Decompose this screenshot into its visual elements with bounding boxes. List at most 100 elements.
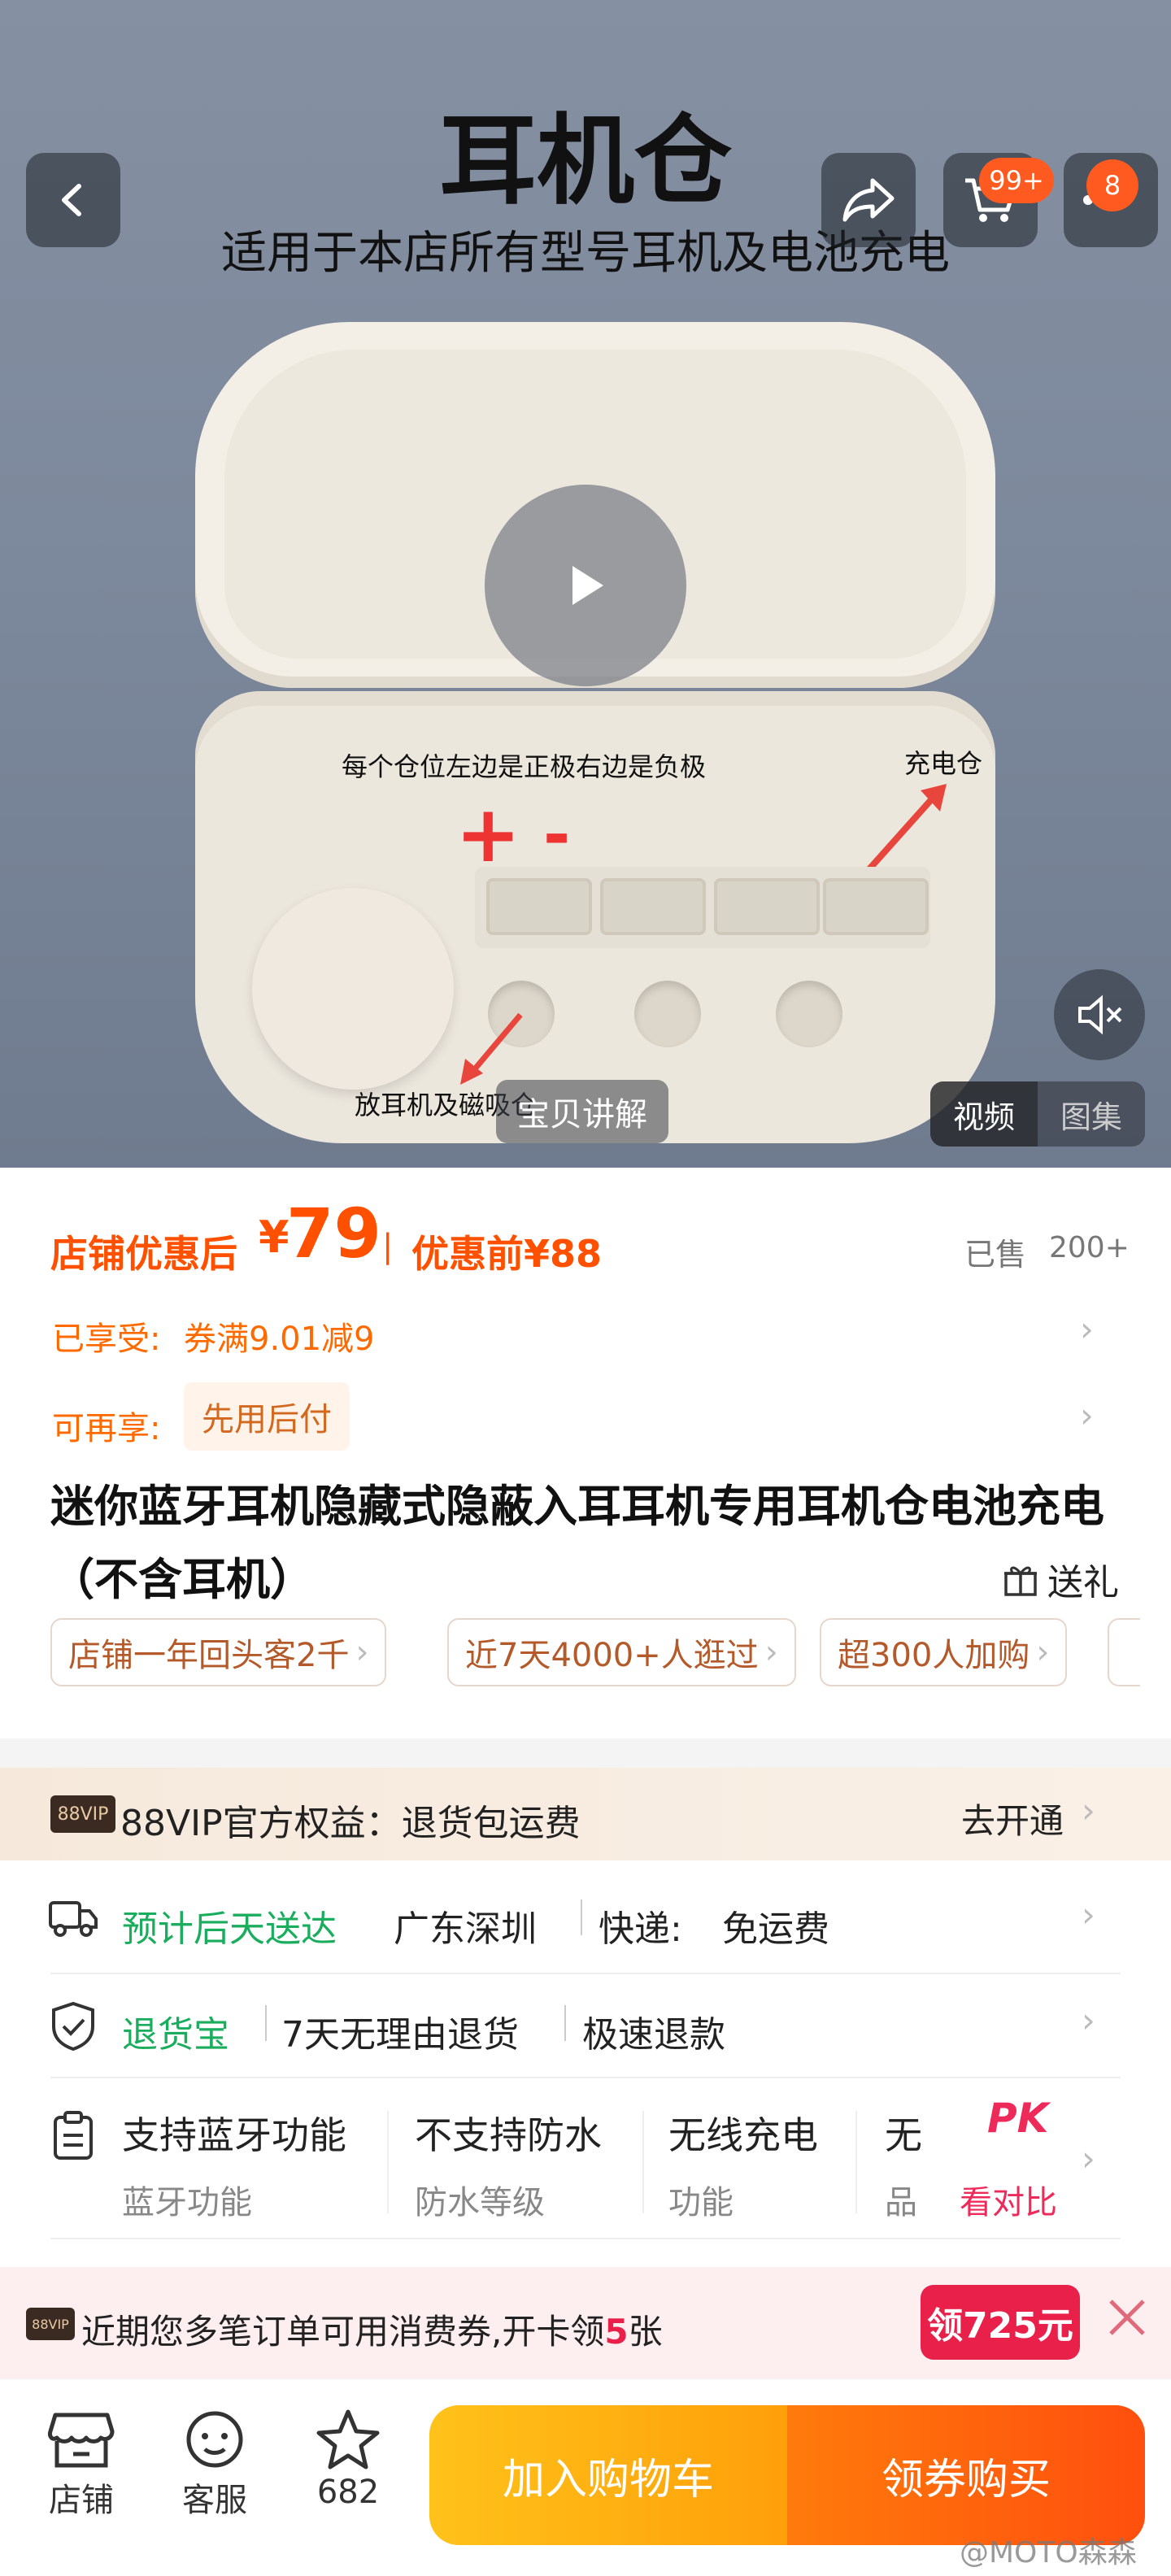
vip-logo: 88VIP — [26, 2308, 75, 2340]
earbud-hole — [634, 981, 701, 1047]
spec-key: 品 — [885, 2184, 917, 2221]
section-gap — [0, 1738, 1171, 1768]
minus-sign: - — [543, 797, 571, 872]
cart-count-badge: 99+ — [979, 158, 1054, 203]
tag-text: 超300人加购 — [838, 1637, 1030, 1674]
charge-annotation: 充电仓 — [904, 748, 983, 779]
clipboard-icon — [50, 2109, 96, 2165]
divider — [387, 2111, 389, 2213]
before-discount-label: 优惠前¥88 — [411, 1232, 603, 1276]
shop-icon — [48, 2413, 115, 2468]
return-label: 退货宝 — [122, 2014, 229, 2056]
share-icon — [842, 178, 895, 222]
tag-text: 店铺一年回头客2千 — [68, 1637, 350, 1674]
explain-button[interactable]: 宝贝讲解 — [496, 1080, 668, 1143]
shop-button[interactable]: 店铺 — [33, 2407, 130, 2521]
gift-label: 送礼 — [1047, 1562, 1119, 1603]
coupon-banner-text: 近期您多笔订单可用消费券,开卡领5张 — [81, 2312, 663, 2352]
more-benefit-label: 可再享: — [52, 1410, 161, 1447]
tag-text: 近7天4000+人逛过 — [465, 1637, 759, 1674]
close-icon[interactable] — [1104, 2295, 1150, 2343]
vip-logo: 88VIP — [50, 1795, 115, 1833]
chevron-right-icon[interactable]: › — [1080, 1395, 1094, 1435]
shop-label: 店铺 — [49, 2482, 114, 2519]
gift-button[interactable]: 送礼 — [1002, 1553, 1119, 1605]
spec-key: 防水等级 — [415, 2184, 545, 2221]
tag-chip[interactable]: 店铺一年回头客2千 › — [50, 1618, 387, 1686]
price-currency: ¥ — [259, 1212, 289, 1263]
compare-label: 看对比 — [960, 2184, 1057, 2221]
refund-text: 极速退款 — [582, 2014, 725, 2056]
back-arrow-icon — [62, 184, 81, 216]
after-discount-label: 店铺优惠后 — [50, 1232, 237, 1276]
pay-later-tag[interactable]: 先用后付 — [184, 1382, 350, 1451]
speaker-muted-icon — [1078, 994, 1122, 1035]
spec-value: 无线充电 — [668, 2113, 818, 2157]
service-face-icon — [186, 2411, 243, 2468]
express-label: 快递: — [599, 1908, 682, 1950]
media-toggle[interactable]: 视频 图集 — [930, 1081, 1145, 1147]
price-separator: | — [382, 1228, 394, 1265]
favorite-count: 682 — [316, 2474, 380, 2511]
price-value: 79 — [286, 1194, 381, 1273]
divider — [265, 2005, 267, 2041]
vip-open-link[interactable]: 去开通 — [961, 1794, 1064, 1843]
share-button[interactable] — [821, 153, 916, 247]
delivery-eta: 预计后天送达 — [122, 1908, 337, 1950]
play-icon — [572, 566, 603, 605]
tag-chip[interactable]: 近7天4000+人逛过 › — [447, 1618, 796, 1686]
tag-chip-partial[interactable] — [1108, 1618, 1140, 1686]
return-policy: 7天无理由退货 — [281, 2014, 519, 2056]
chevron-right-icon[interactable]: › — [1082, 2139, 1095, 2178]
watermark: @MOTO森森 — [960, 2536, 1137, 2569]
spec-key: 蓝牙功能 — [122, 2184, 252, 2221]
mute-button[interactable] — [1054, 969, 1145, 1060]
earbud-hole — [776, 981, 842, 1047]
spec-value: 不支持防水 — [415, 2113, 602, 2157]
service-label: 客服 — [182, 2482, 247, 2519]
truck-icon — [47, 1895, 99, 1943]
buy-with-coupon-button[interactable]: 领券购买 — [787, 2405, 1145, 2545]
sold-value: 200+ — [1049, 1231, 1130, 1264]
favorite-button[interactable]: 682 — [299, 2407, 397, 2511]
chevron-right-icon[interactable]: › — [1082, 1895, 1095, 1934]
divider — [50, 1973, 1121, 1974]
spec-key: 功能 — [668, 2184, 734, 2221]
claim-coupon-button[interactable]: 领725元 — [921, 2285, 1080, 2360]
product-media-viewer[interactable]: 耳机仓 适用于本店所有型号耳机及电池充电 每个仓位左边是正极右边是负极 充电仓 … — [0, 0, 1171, 1168]
play-button[interactable] — [485, 485, 686, 686]
pk-label: PK — [987, 2095, 1049, 2142]
chevron-right-icon[interactable]: › — [1082, 2000, 1095, 2040]
add-to-cart-button[interactable]: 加入购物车 — [429, 2405, 787, 2545]
divider — [581, 1899, 582, 1935]
tab-video[interactable]: 视频 — [930, 1081, 1038, 1147]
divider — [50, 2077, 1121, 2078]
battery-slot — [714, 878, 820, 935]
ship-origin: 广东深圳 — [394, 1908, 537, 1950]
gift-icon — [1004, 1566, 1037, 1596]
enjoyed-coupon[interactable]: 券满9.01减9 — [184, 1312, 375, 1360]
earbud-pod — [252, 888, 454, 1090]
tab-gallery[interactable]: 图集 — [1038, 1081, 1145, 1147]
divider — [642, 2111, 644, 2213]
shield-check-icon — [49, 2000, 98, 2056]
star-icon — [316, 2409, 380, 2469]
spec-value: 支持蓝牙功能 — [122, 2113, 346, 2157]
battery-slot — [600, 878, 706, 935]
back-button[interactable] — [26, 153, 120, 247]
red-arrow-icon — [460, 1012, 523, 1085]
customer-service-button[interactable]: 客服 — [166, 2407, 263, 2521]
divider — [564, 2005, 566, 2041]
product-title: 迷你蓝牙耳机隐藏式隐蔽入耳耳机专用耳机仓电池充电（不含耳机） — [50, 1481, 1104, 1605]
divider — [50, 2238, 1121, 2239]
express-value: 免运费 — [722, 1908, 829, 1950]
chevron-right-icon[interactable]: › — [1080, 1309, 1094, 1349]
tag-chip[interactable]: 超300人加购 › — [820, 1618, 1068, 1686]
enjoyed-label: 已享受: — [52, 1321, 161, 1358]
more-count-badge: 8 — [1086, 159, 1138, 211]
vip-text: 88VIP官方权益：退货包运费 — [120, 1803, 581, 1844]
battery-slot — [823, 878, 929, 935]
polarity-annotation: 每个仓位左边是正极右边是负极 — [342, 751, 707, 782]
divider — [855, 2111, 857, 2213]
chevron-right-icon[interactable]: › — [1082, 1791, 1095, 1830]
